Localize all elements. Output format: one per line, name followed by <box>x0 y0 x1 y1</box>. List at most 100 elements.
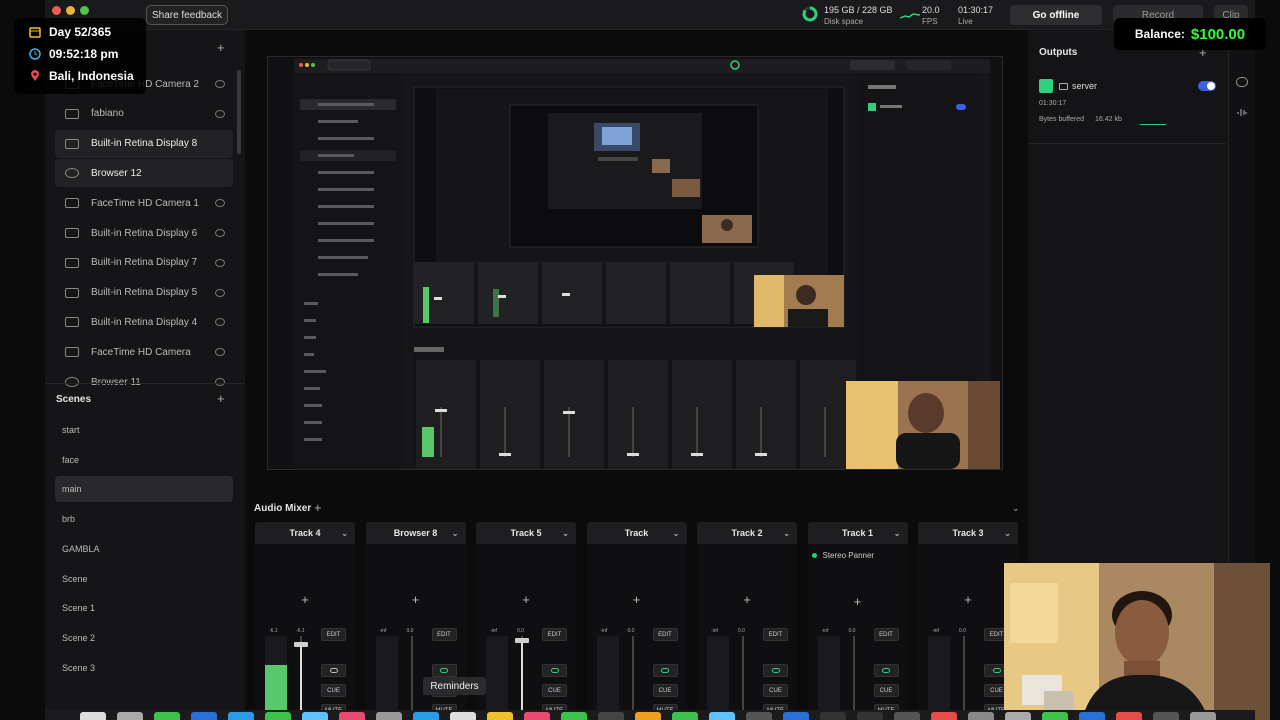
dock-app-icon[interactable] <box>413 712 439 720</box>
volume-fader-track[interactable] <box>742 636 744 720</box>
track-header[interactable]: Track 2 ⌄ <box>697 522 797 544</box>
track-header[interactable]: Track ⌄ <box>586 522 687 544</box>
stream-preview[interactable] <box>267 56 1003 470</box>
visibility-toggle-icon[interactable] <box>215 199 225 208</box>
dock-app-icon[interactable] <box>561 712 587 720</box>
add-track-icon[interactable]: + <box>314 500 322 515</box>
dock-app-icon[interactable] <box>376 712 402 720</box>
visibility-toggle-icon[interactable] <box>215 258 225 267</box>
scene-item[interactable]: Scene 1 <box>55 595 233 621</box>
edit-button[interactable]: EDIT <box>542 628 567 641</box>
layer-item[interactable]: fabiano <box>55 100 233 128</box>
volume-fader-handle[interactable] <box>294 642 308 648</box>
dock-app-icon[interactable] <box>1190 712 1216 720</box>
visibility-toggle-icon[interactable] <box>215 80 225 88</box>
visibility-toggle-icon[interactable] <box>215 378 225 386</box>
collapse-mixer-icon[interactable]: ⌄ <box>1012 503 1020 514</box>
visibility-toggle-icon[interactable] <box>215 318 225 327</box>
volume-fader-track[interactable] <box>410 636 413 720</box>
link-button[interactable] <box>652 664 678 677</box>
zoom-window-button[interactable] <box>80 6 89 15</box>
cue-button[interactable]: CUE <box>652 684 678 697</box>
dock-app-icon[interactable] <box>80 712 106 720</box>
chevron-down-icon[interactable]: ⌄ <box>341 529 348 538</box>
dock-app-icon[interactable] <box>450 712 476 720</box>
dock-app-icon[interactable] <box>1153 712 1179 720</box>
dock-app-icon[interactable] <box>746 712 772 720</box>
dock-app-icon[interactable] <box>820 712 846 720</box>
add-effect-icon[interactable]: + <box>918 592 1018 607</box>
scene-item[interactable]: main <box>55 476 233 503</box>
volume-fader-track[interactable] <box>963 636 965 720</box>
link-button[interactable] <box>321 664 346 677</box>
layers-scrollbar[interactable] <box>237 70 241 154</box>
add-effect-icon[interactable]: + <box>587 592 687 607</box>
scene-item[interactable]: GAMBLA <box>55 536 233 562</box>
add-scene-icon[interactable]: + <box>217 391 225 406</box>
layer-item[interactable]: Built-in Retina Display 5 <box>55 279 233 307</box>
visibility-toggle-icon[interactable] <box>215 348 225 357</box>
scene-item[interactable]: face <box>55 447 233 473</box>
dock-app-icon[interactable] <box>857 712 883 720</box>
chat-icon[interactable] <box>1236 77 1248 87</box>
chevron-down-icon[interactable]: ⌄ <box>1004 529 1011 538</box>
layer-item[interactable]: FaceTime HD Camera 1 <box>55 189 233 217</box>
edit-button[interactable]: EDIT <box>321 628 346 641</box>
dock-app-icon[interactable] <box>894 712 920 720</box>
edit-button[interactable]: EDIT <box>763 628 788 641</box>
dock-app-icon[interactable] <box>191 712 217 720</box>
link-button[interactable] <box>431 664 457 677</box>
layer-item[interactable]: Built-in Retina Display 6 <box>55 219 233 247</box>
edit-button[interactable]: EDIT <box>431 628 457 641</box>
dock-app-icon[interactable] <box>339 712 365 720</box>
track-header[interactable]: Track 1 ⌄ <box>807 522 908 544</box>
dock-app-icon[interactable] <box>931 712 957 720</box>
minimize-window-button[interactable] <box>66 6 75 15</box>
layer-item[interactable]: Built-in Retina Display 7 <box>55 249 233 277</box>
layer-item[interactable]: Browser 12 <box>55 159 233 188</box>
dock-app-icon[interactable] <box>672 712 698 720</box>
add-effect-icon[interactable]: + <box>366 592 466 607</box>
layer-item[interactable]: Built-in Retina Display 4 <box>55 308 233 336</box>
volume-fader-handle[interactable] <box>515 638 529 644</box>
dock-app-icon[interactable] <box>487 712 513 720</box>
layer-item[interactable]: FaceTime HD Camera <box>55 338 233 366</box>
chevron-down-icon[interactable]: ⌄ <box>452 529 459 538</box>
dock-app-icon[interactable] <box>524 712 550 720</box>
add-effect-icon[interactable]: + <box>476 592 576 607</box>
dock-app-icon[interactable] <box>302 712 328 720</box>
dock-app-icon[interactable] <box>709 712 735 720</box>
dock-app-icon[interactable] <box>1005 712 1031 720</box>
dock-app-icon[interactable] <box>1042 712 1068 720</box>
go-offline-button[interactable]: Go offline <box>1010 5 1102 25</box>
scene-item[interactable]: brb <box>55 506 233 532</box>
add-effect-icon[interactable]: + <box>255 592 355 607</box>
stereo-panner-effect[interactable]: Stereo Panner <box>811 549 904 561</box>
dock-app-icon[interactable] <box>154 712 180 720</box>
track-header[interactable]: Track 4 ⌄ <box>255 522 355 544</box>
cue-button[interactable]: CUE <box>542 684 567 697</box>
cue-button[interactable]: CUE <box>873 684 899 697</box>
share-feedback-button[interactable]: Share feedback <box>146 5 228 25</box>
cue-button[interactable]: CUE <box>321 684 346 697</box>
server-toggle[interactable] <box>1198 81 1216 91</box>
visibility-toggle-icon[interactable] <box>215 229 225 237</box>
edit-button[interactable]: EDIT <box>652 628 678 641</box>
add-effect-icon[interactable]: + <box>697 592 797 607</box>
dock-app-icon[interactable] <box>635 712 661 720</box>
link-button[interactable] <box>873 664 899 677</box>
dock-app-icon[interactable] <box>1116 712 1142 720</box>
visibility-toggle-icon[interactable] <box>215 288 225 297</box>
chevron-down-icon[interactable]: ⌄ <box>562 529 569 538</box>
scene-item[interactable]: start <box>55 417 233 443</box>
scene-item[interactable]: Scene 3 <box>55 655 233 681</box>
chevron-down-icon[interactable]: ⌄ <box>673 529 680 538</box>
edit-button[interactable]: EDIT <box>873 628 899 641</box>
scene-item[interactable]: Scene 2 <box>55 625 233 651</box>
audio-levels-icon[interactable] <box>1237 106 1247 116</box>
chevron-down-icon[interactable]: ⌄ <box>783 529 790 538</box>
dock-app-icon[interactable] <box>117 712 143 720</box>
close-window-button[interactable] <box>52 6 61 15</box>
dock-app-icon[interactable] <box>783 712 809 720</box>
track-header[interactable]: Track 3 ⌄ <box>918 522 1018 544</box>
